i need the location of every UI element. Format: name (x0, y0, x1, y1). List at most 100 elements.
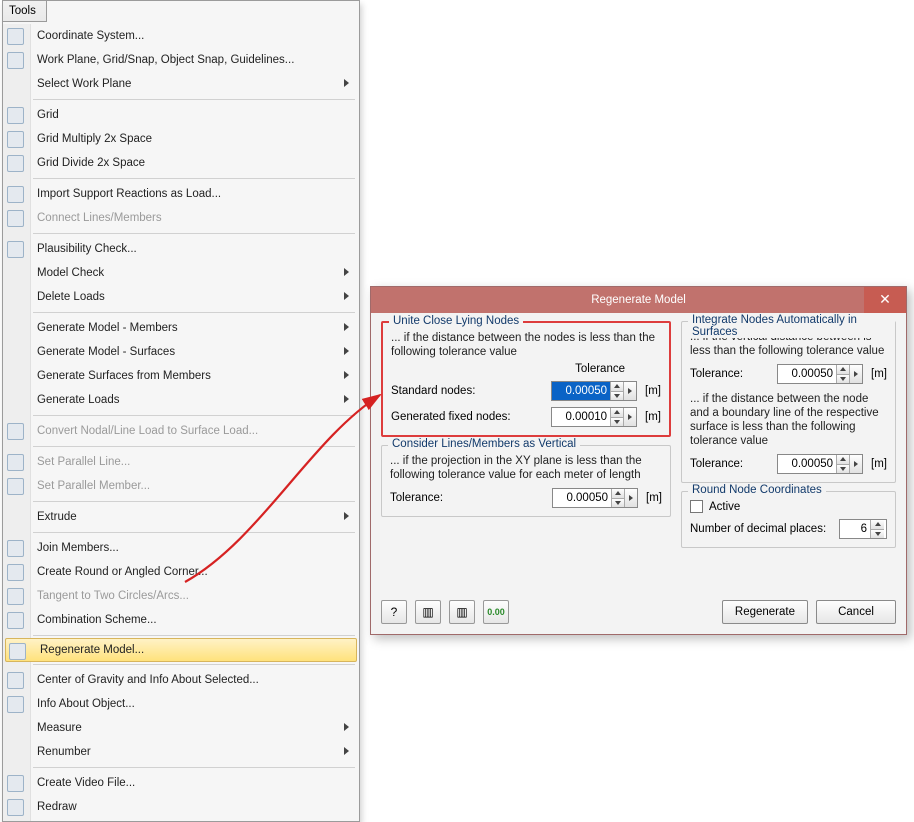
menu-item-icon (7, 672, 24, 689)
spin-down-icon[interactable] (837, 465, 849, 474)
menu-item: Tangent to Two Circles/Arcs... (3, 584, 359, 608)
checkbox-box-icon[interactable] (690, 500, 703, 513)
menu-item-icon (7, 28, 24, 45)
spin-menu-icon[interactable] (624, 489, 637, 507)
spin-down-icon[interactable] (612, 499, 624, 508)
menu-item[interactable]: Grid Divide 2x Space (3, 151, 359, 175)
spin-down-icon[interactable] (837, 375, 849, 384)
menu-item-label: Coordinate System... (37, 30, 144, 42)
menu-separator (33, 532, 355, 533)
menu-item-label: Grid Multiply 2x Space (37, 133, 152, 145)
menu-item-icon (7, 775, 24, 792)
submenu-caret-icon (344, 347, 349, 355)
menu-item[interactable]: Extrude (3, 505, 359, 529)
standard-nodes-spin[interactable] (551, 381, 637, 401)
menu-item-icon (7, 478, 24, 495)
regenerate-button[interactable]: Regenerate (722, 600, 808, 624)
columns-icon[interactable]: ▥ (415, 600, 441, 624)
menu-item[interactable]: Regenerate Model... (5, 638, 357, 662)
menu-item[interactable]: Renumber (3, 740, 359, 764)
columns2-icon[interactable]: ▥ (449, 600, 475, 624)
submenu-caret-icon (344, 371, 349, 379)
integrate-tol1-spin[interactable] (777, 364, 863, 384)
menu-item[interactable]: Grid (3, 103, 359, 127)
spin-menu-icon[interactable] (849, 455, 862, 473)
unit-label: [m] (646, 492, 662, 504)
spin-up-icon[interactable] (611, 408, 623, 418)
spin-down-icon[interactable] (871, 530, 884, 539)
menu-item[interactable]: Combination Scheme... (3, 608, 359, 632)
menu-separator (33, 312, 355, 313)
menu-item-label: Combination Scheme... (37, 614, 157, 626)
spin-up-icon[interactable] (612, 489, 624, 499)
tolerance-header: Tolerance (391, 363, 661, 375)
menu-item-label: Tangent to Two Circles/Arcs... (37, 590, 189, 602)
help-icon[interactable]: ? (381, 600, 407, 624)
menu-item-icon (7, 540, 24, 557)
dialog-title: Regenerate Model (591, 294, 686, 306)
spin-menu-icon[interactable] (623, 382, 636, 400)
menu-item[interactable]: Generate Model - Members (3, 316, 359, 340)
menu-item-icon (7, 564, 24, 581)
decimal-places-spin[interactable] (839, 519, 887, 539)
menu-item[interactable]: Plausibility Check... (3, 237, 359, 261)
menu-item[interactable]: Generate Loads (3, 388, 359, 412)
menu-item[interactable]: Generate Model - Surfaces (3, 340, 359, 364)
integrate-tol1-input[interactable] (778, 365, 836, 383)
spin-up-icon[interactable] (837, 455, 849, 465)
spin-down-icon[interactable] (611, 392, 623, 401)
menu-item[interactable]: Work Plane, Grid/Snap, Object Snap, Guid… (3, 48, 359, 72)
menu-item-icon (9, 643, 26, 660)
integrate-tol1-label: Tolerance: (690, 368, 773, 380)
menu-item[interactable]: Import Support Reactions as Load... (3, 182, 359, 206)
consider-desc: ... if the projection in the XY plane is… (390, 454, 662, 482)
menu-item[interactable]: Redraw (3, 795, 359, 819)
menu-item-label: Generate Model - Members (37, 322, 178, 334)
spin-up-icon[interactable] (837, 365, 849, 375)
menu-separator (33, 635, 355, 636)
integrate-tol2-spin[interactable] (777, 454, 863, 474)
menu-item[interactable]: Coordinate System... (3, 24, 359, 48)
cancel-button[interactable]: Cancel (816, 600, 896, 624)
spin-menu-icon[interactable] (623, 408, 636, 426)
spin-menu-icon[interactable] (849, 365, 862, 383)
integrate-tol2-label: Tolerance: (690, 458, 773, 470)
menu-title[interactable]: Tools (3, 1, 47, 22)
consider-tol-spin[interactable] (552, 488, 638, 508)
menu-item[interactable]: Create Video File... (3, 771, 359, 795)
menu-item[interactable]: Join Members... (3, 536, 359, 560)
close-button[interactable]: ✕ (864, 287, 906, 313)
spin-down-icon[interactable] (611, 418, 623, 427)
menu-item[interactable]: Generate Surfaces from Members (3, 364, 359, 388)
integrate-tol2-input[interactable] (778, 455, 836, 473)
gen-fixed-nodes-spin[interactable] (551, 407, 637, 427)
standard-nodes-input[interactable] (552, 382, 610, 400)
spin-up-icon[interactable] (871, 520, 884, 530)
menu-item: Set Parallel Line... (3, 450, 359, 474)
submenu-caret-icon (344, 395, 349, 403)
menu-item[interactable]: Info About Object... (3, 692, 359, 716)
active-checkbox[interactable]: Active (690, 500, 887, 513)
menu-item-icon (7, 799, 24, 816)
menu-item-label: Set Parallel Line... (37, 456, 130, 468)
submenu-caret-icon (344, 723, 349, 731)
zero-icon[interactable]: 0.00 (483, 600, 509, 624)
decimal-places-input[interactable] (840, 520, 870, 538)
gen-fixed-nodes-input[interactable] (552, 408, 610, 426)
menu-item[interactable]: Select Work Plane (3, 72, 359, 96)
dialog-toolbar: ? ▥ ▥ 0.00 (381, 600, 509, 624)
menu-item-label: Extrude (37, 511, 77, 523)
menu-item[interactable]: Model Check (3, 261, 359, 285)
round-group: Round Node Coordinates Active Number of … (681, 491, 896, 548)
menu-separator (33, 767, 355, 768)
menu-item-label: Model Check (37, 267, 104, 279)
regenerate-model-dialog: Regenerate Model ✕ Unite Close Lying Nod… (370, 286, 907, 635)
menu-item[interactable]: Center of Gravity and Info About Selecte… (3, 668, 359, 692)
consider-tol-input[interactable] (553, 489, 611, 507)
menu-item[interactable]: Delete Loads (3, 285, 359, 309)
menu-item-label: Plausibility Check... (37, 243, 137, 255)
spin-up-icon[interactable] (611, 382, 623, 392)
menu-item[interactable]: Create Round or Angled Corner... (3, 560, 359, 584)
menu-item[interactable]: Measure (3, 716, 359, 740)
menu-item[interactable]: Grid Multiply 2x Space (3, 127, 359, 151)
